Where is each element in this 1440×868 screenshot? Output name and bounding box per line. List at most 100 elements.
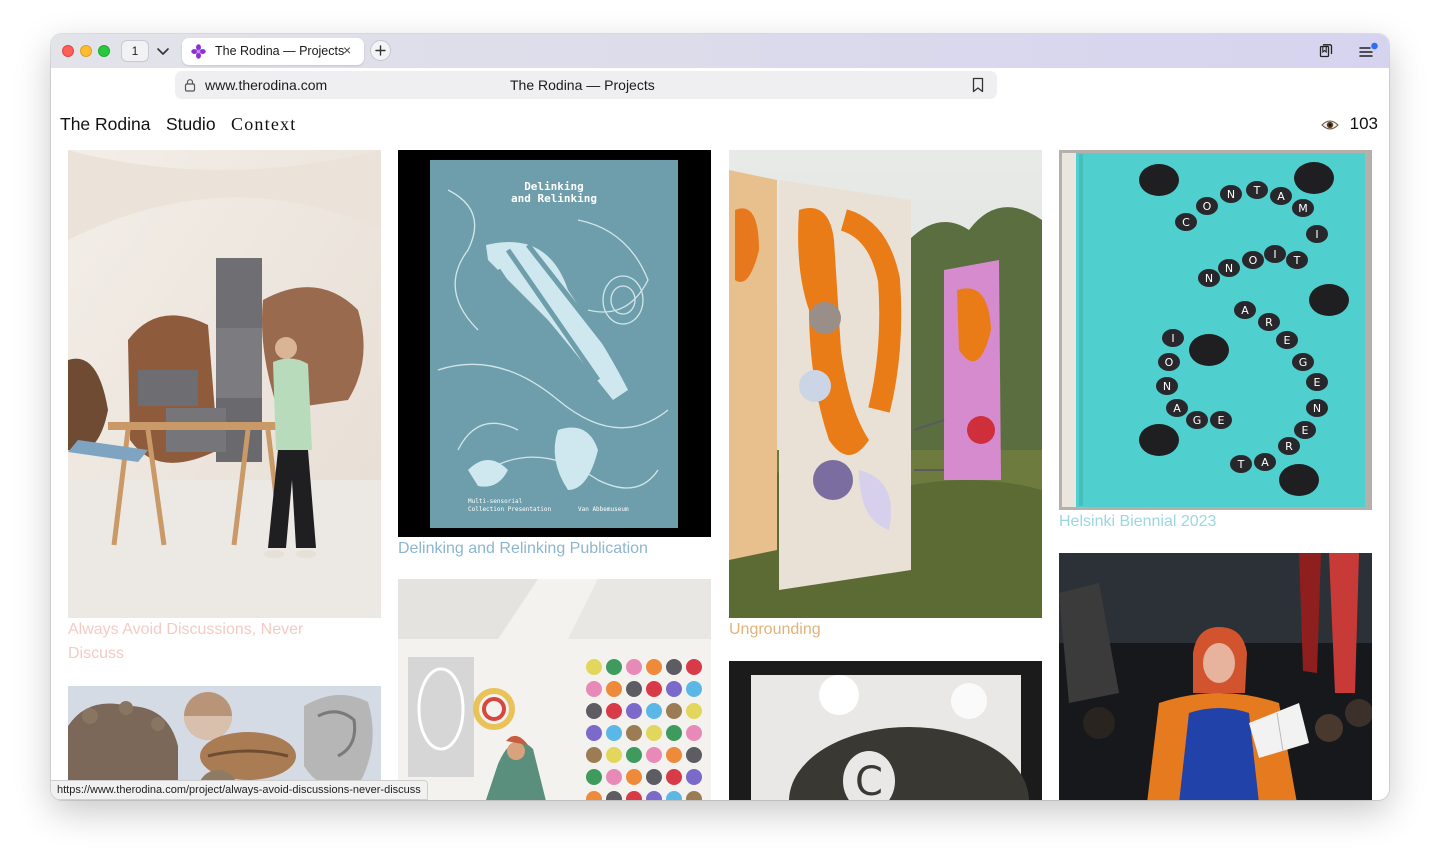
project-image[interactable]: CONTAMINNOITAREGENERATIONAGE <box>1059 150 1372 510</box>
project-caption-text[interactable]: Always Avoid Discussions, Never Discuss <box>68 621 303 662</box>
decorative-dot <box>666 725 682 741</box>
poster-letter: G <box>1193 414 1202 427</box>
tab-count-badge[interactable]: 1 <box>121 40 149 62</box>
decorative-dot <box>626 703 642 719</box>
svg-text:C: C <box>855 759 883 800</box>
poster-letter: T <box>1293 254 1301 267</box>
poster-letter: A <box>1241 304 1249 317</box>
decorative-stone <box>1139 424 1179 456</box>
project-caption[interactable]: Always Avoid Discussions, Never Discuss <box>68 618 348 666</box>
poster-letter: O <box>1203 200 1212 213</box>
decorative-dot <box>606 703 622 719</box>
new-tab-button[interactable] <box>370 40 391 61</box>
decorative-dot <box>586 769 602 785</box>
project-caption[interactable]: Helsinki Biennial 2023 <box>1059 510 1372 534</box>
address-bar[interactable]: www.therodina.com The Rodina — Projects <box>175 71 997 99</box>
minimize-window-button[interactable] <box>80 45 92 57</box>
poster-letter: N <box>1163 380 1171 393</box>
project-card-ca[interactable]: C <box>729 661 1042 800</box>
poster-letter: O <box>1165 356 1174 369</box>
decorative-dot <box>606 681 622 697</box>
book-subtitle-2: Collection Presentation <box>468 506 551 513</box>
nav-link-the-rodina[interactable]: The Rodina <box>60 114 150 135</box>
poster-letter: I <box>1315 228 1318 241</box>
poster-letter: I <box>1171 332 1174 345</box>
book-title-line-2: and Relinking <box>511 192 597 205</box>
decorative-dot <box>626 725 642 741</box>
profile-menu-icon[interactable] <box>1359 42 1379 60</box>
decorative-dot <box>606 747 622 763</box>
poster-letter: E <box>1218 414 1225 427</box>
tab-bar: 1 The Rodina — Projects × <box>51 34 1389 68</box>
project-image[interactable] <box>398 579 711 800</box>
url-text[interactable]: www.therodina.com <box>205 77 327 93</box>
decorative-dot <box>646 659 662 675</box>
project-image[interactable]: Delinking and Relinking Multi-sensorial … <box>398 150 711 537</box>
web-page: The Rodina Studio Context 103 Always Avo… <box>51 101 1389 800</box>
poster-letter: I <box>1273 248 1276 261</box>
poster-letter: N <box>1227 188 1235 201</box>
poster-letter: E <box>1314 376 1321 389</box>
poster-letter: O <box>1249 254 1258 267</box>
decorative-dot <box>686 725 702 741</box>
project-card-dots[interactable] <box>398 579 711 800</box>
decorative-dot <box>646 725 662 741</box>
poster-letter: E <box>1284 334 1291 347</box>
bookmark-icon[interactable] <box>971 77 985 93</box>
project-caption-text[interactable]: Ungrounding <box>729 621 821 638</box>
decorative-dot <box>646 747 662 763</box>
project-card-ungrounding[interactable]: Ungrounding <box>729 150 1042 650</box>
project-image[interactable] <box>729 150 1042 618</box>
project-card-always-avoid[interactable]: Always Avoid Discussions, Never Discuss <box>68 150 381 670</box>
page-title: The Rodina — Projects <box>510 77 655 93</box>
decorative-dot <box>666 769 682 785</box>
flower-favicon-icon <box>191 44 206 59</box>
zoom-window-button[interactable] <box>98 45 110 57</box>
book-publisher: Van Abbemuseum <box>578 506 629 513</box>
nav-link-studio[interactable]: Studio <box>166 114 216 135</box>
close-window-button[interactable] <box>62 45 74 57</box>
decorative-dot <box>626 659 642 675</box>
eye-icon <box>1321 120 1339 130</box>
browser-window: 1 The Rodina — Projects × www.therodina.… <box>51 34 1389 800</box>
decorative-dot <box>666 681 682 697</box>
project-card-helsinki[interactable]: CONTAMINNOITAREGENERATIONAGE Helsinki Bi… <box>1059 150 1372 540</box>
decorative-stone <box>1279 464 1319 496</box>
nav-link-context[interactable]: Context <box>231 114 296 135</box>
plus-icon <box>375 45 386 56</box>
project-caption-text[interactable]: Helsinki Biennial 2023 <box>1059 513 1216 530</box>
poster-letter: C <box>1182 216 1190 229</box>
project-card-performance[interactable] <box>1059 553 1372 800</box>
decorative-dot <box>626 681 642 697</box>
project-card-delinking[interactable]: Delinking and Relinking Multi-sensorial … <box>398 150 711 570</box>
project-caption[interactable]: Ungrounding <box>729 618 1042 642</box>
decorative-dot <box>586 659 602 675</box>
decorative-dot <box>666 703 682 719</box>
project-image[interactable]: C <box>729 661 1042 800</box>
decorative-dot <box>686 659 702 675</box>
decorative-dot <box>646 769 662 785</box>
decorative-dot <box>606 769 622 785</box>
decorative-stone <box>1189 334 1229 366</box>
decorative-dot <box>686 703 702 719</box>
poster-letter: T <box>1253 184 1261 197</box>
poster-letter: N <box>1313 402 1321 415</box>
project-image[interactable] <box>1059 553 1372 800</box>
decorative-stone <box>1294 162 1334 194</box>
decorative-dot <box>666 659 682 675</box>
project-caption[interactable]: Delinking and Relinking Publication <box>398 537 711 561</box>
bookmarks-panel-icon[interactable] <box>1318 43 1334 59</box>
project-image[interactable] <box>68 150 381 618</box>
poster-letter: A <box>1173 402 1181 415</box>
project-caption-text[interactable]: Delinking and Relinking Publication <box>398 540 648 557</box>
decorative-dot <box>586 725 602 741</box>
poster-letter: T <box>1237 458 1245 471</box>
book-subtitle-1: Multi-sensorial <box>468 498 523 505</box>
close-tab-icon[interactable]: × <box>343 42 351 58</box>
views-count: 103 <box>1349 114 1378 133</box>
decorative-dot <box>626 769 642 785</box>
active-tab[interactable]: The Rodina — Projects × <box>182 38 364 65</box>
decorative-dot <box>646 681 662 697</box>
poster-letter: G <box>1299 356 1308 369</box>
chevron-down-icon[interactable] <box>155 43 171 59</box>
